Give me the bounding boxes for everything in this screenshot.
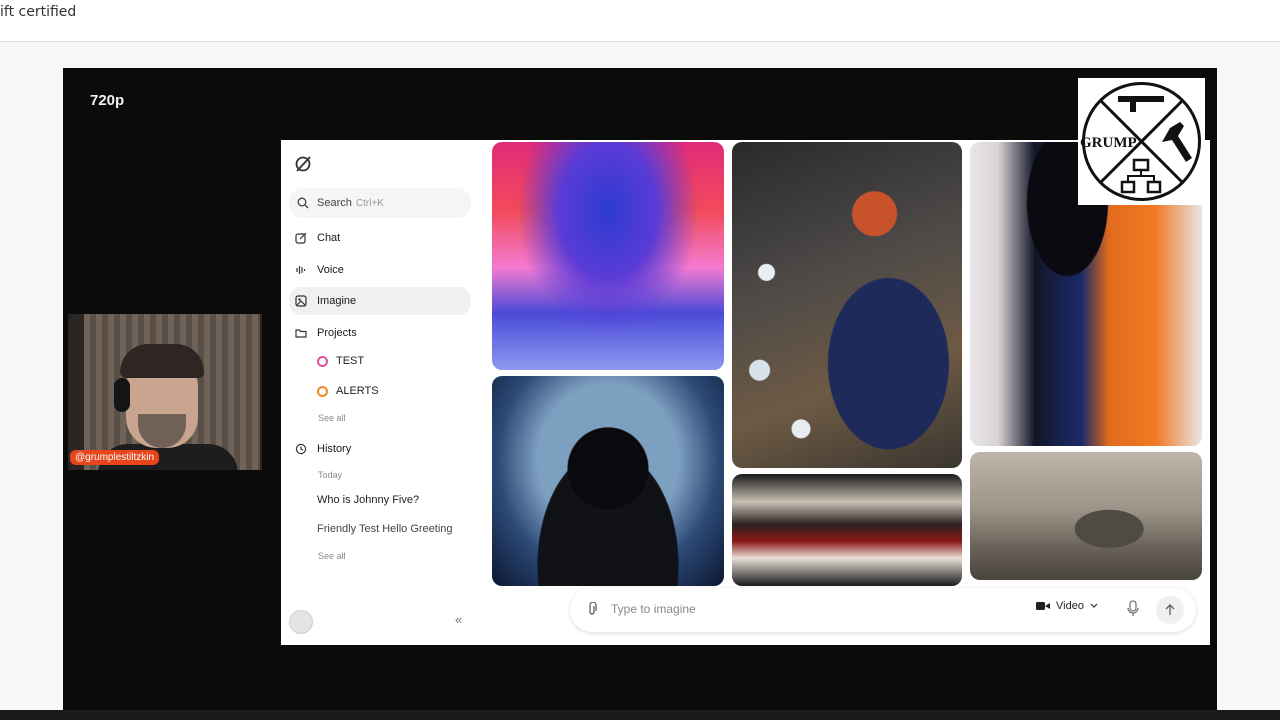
collapse-sidebar-icon[interactable]: « xyxy=(455,612,462,627)
nav-chat[interactable]: Chat xyxy=(289,224,471,252)
nav-history[interactable]: History xyxy=(289,435,471,463)
mode-select[interactable]: Video xyxy=(1036,600,1098,612)
grump-logo-badge: GRUMP xyxy=(1078,78,1205,205)
video-camera-icon xyxy=(1036,602,1050,610)
page-header: ift certified xyxy=(0,0,1280,42)
nav-voice[interactable]: Voice xyxy=(289,256,471,284)
projects-see-all-link[interactable]: See all xyxy=(318,413,346,423)
webcam-person-hair xyxy=(120,344,204,378)
search-shortcut: Ctrl+K xyxy=(355,197,384,209)
page-header-text: ift certified xyxy=(0,4,77,20)
webcam-overlay xyxy=(68,314,262,470)
project-label: TEST xyxy=(336,355,365,367)
history-group-today: Today xyxy=(318,470,343,480)
streamer-handle: @grumplestiltzkin xyxy=(70,450,160,465)
edit-icon xyxy=(295,232,307,244)
prompt-input[interactable]: Type to imagine xyxy=(611,602,696,616)
history-icon xyxy=(295,443,307,455)
nav-chat-label: Chat xyxy=(317,232,341,244)
project-label: ALERTS xyxy=(336,385,379,397)
bottom-bar xyxy=(0,710,1280,720)
history-item[interactable]: Who is Johnny Five? xyxy=(317,494,467,506)
search-input[interactable]: Search Ctrl+K xyxy=(289,188,471,218)
project-color-icon xyxy=(317,385,328,397)
gallery-image[interactable] xyxy=(492,376,724,586)
project-item-test[interactable]: TEST xyxy=(317,355,364,367)
project-color-icon xyxy=(317,355,328,367)
history-item[interactable]: Friendly Test Hello Greeting xyxy=(317,523,467,535)
search-label: Search xyxy=(317,197,352,209)
sidebar: Search Ctrl+K Chat Voice Imagine Project… xyxy=(281,140,482,645)
search-icon xyxy=(297,197,309,209)
folder-icon xyxy=(295,327,307,339)
logo-icon[interactable] xyxy=(293,154,313,174)
paperclip-icon[interactable] xyxy=(586,602,598,616)
arrow-up-icon xyxy=(1165,604,1175,615)
app-window: Search Ctrl+K Chat Voice Imagine Project… xyxy=(281,140,1210,645)
image-gallery xyxy=(482,140,1210,645)
avatar[interactable] xyxy=(289,610,313,634)
chevron-down-icon xyxy=(1090,603,1098,608)
nav-history-label: History xyxy=(317,443,352,455)
gallery-image[interactable] xyxy=(732,474,962,586)
nav-imagine-label: Imagine xyxy=(317,295,357,307)
history-see-all-link[interactable]: See all xyxy=(318,551,346,561)
nav-voice-label: Voice xyxy=(317,264,344,276)
image-grid-icon xyxy=(295,295,307,307)
badge-text: GRUMP xyxy=(1080,135,1137,151)
voice-wave-icon xyxy=(295,264,307,276)
mode-label: Video xyxy=(1056,600,1084,612)
gallery-image[interactable] xyxy=(732,142,962,468)
prompt-bar: Type to imagine Video xyxy=(570,588,1196,632)
nav-projects[interactable]: Projects xyxy=(289,319,471,347)
nav-projects-label: Projects xyxy=(317,327,357,339)
gallery-image[interactable] xyxy=(970,452,1202,580)
quality-label[interactable]: 720p xyxy=(90,92,124,109)
send-button[interactable] xyxy=(1156,596,1184,624)
headset-icon xyxy=(114,378,130,412)
nav-imagine[interactable]: Imagine xyxy=(289,287,471,315)
microphone-icon[interactable] xyxy=(1126,600,1140,618)
gallery-image[interactable] xyxy=(492,142,724,370)
project-item-alerts[interactable]: ALERTS xyxy=(317,385,379,397)
